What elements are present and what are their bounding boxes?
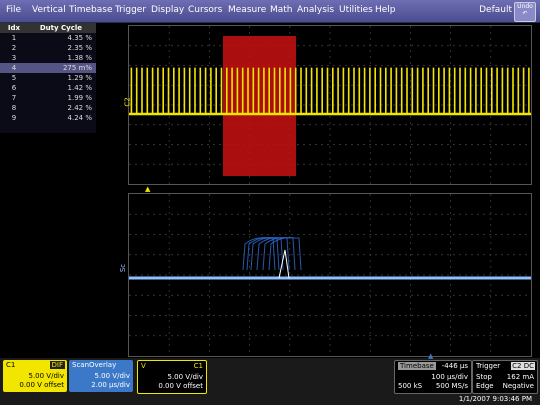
duty-cycle-table: Idx Duty Cycle 1 4.35 % 2 2.35 % 3 1.38 % 4 275…: [0, 23, 96, 133]
c1-vdiv: 5.00 V/div: [28, 372, 65, 380]
scan-tdiv: 2.00 µs/div: [91, 381, 130, 389]
scan-label: ScanOverlay: [72, 361, 117, 369]
scanoverlay-descriptor[interactable]: ScanOverlay 5.00 V/div 2.00 µs/div: [69, 360, 133, 392]
row-duty-cycle: 2.35 %: [67, 44, 92, 52]
v-label: V: [141, 362, 146, 370]
top-grid-svg: [129, 26, 531, 184]
row-idx: 8: [11, 104, 17, 112]
menu-cursors[interactable]: Cursors: [188, 5, 222, 15]
row-idx: 4: [11, 64, 17, 72]
trigger-tag: C2 DC: [511, 362, 535, 370]
menu-timebase[interactable]: Timebase: [69, 5, 112, 15]
table-row[interactable]: 5 1.29 %: [0, 73, 96, 83]
trigger-mode: Stop: [476, 373, 492, 381]
table-row[interactable]: 4 275 m%: [0, 63, 96, 73]
table-row[interactable]: 2 2.35 %: [0, 43, 96, 53]
trigger-marker-icon: ▲: [145, 185, 151, 193]
undo-button[interactable]: Undo ↶: [514, 2, 536, 22]
scan-trigger-spike: [278, 249, 290, 279]
row-duty-cycle: 275 m%: [62, 64, 92, 72]
row-duty-cycle: 2.42 %: [67, 104, 92, 112]
timebase-samples: 500 kS: [398, 382, 423, 390]
scan-vdiv: 5.00 V/div: [94, 372, 131, 380]
menu-bar: File Vertical Timebase Trigger Display C…: [0, 0, 540, 23]
c1-offset: 0.00 V offset: [19, 381, 64, 389]
v-vdiv: 5.00 V/div: [167, 373, 204, 381]
bottom-grid-svg: [129, 194, 531, 356]
menu-display[interactable]: Display: [151, 5, 184, 15]
row-idx: 6: [11, 84, 17, 92]
v-offset: 0.00 V offset: [158, 382, 203, 390]
header-idx: Idx: [7, 24, 21, 32]
timebase-label: Timebase: [398, 362, 436, 370]
menu-trigger[interactable]: Trigger: [115, 5, 146, 15]
trigger-type: Edge: [476, 382, 494, 390]
row-duty-cycle: 1.42 %: [67, 84, 92, 92]
row-duty-cycle: 4.35 %: [67, 34, 92, 42]
row-duty-cycle: 1.29 %: [67, 74, 92, 82]
c1-descriptor[interactable]: C1 DIF 5.00 V/div 0.00 V offset: [3, 360, 67, 392]
c1-tag: DIF: [49, 361, 65, 369]
row-idx: 1: [11, 34, 17, 42]
menu-help[interactable]: Help: [375, 5, 396, 15]
row-idx: 5: [11, 74, 17, 82]
trigger-label: Trigger: [476, 362, 501, 370]
table-row[interactable]: 8 2.42 %: [0, 103, 96, 113]
header-duty-cycle: Duty Cycle: [39, 24, 82, 32]
row-duty-cycle: 4.24 %: [67, 114, 92, 122]
timebase-value: -446 µs: [441, 362, 468, 370]
table-row[interactable]: 7 1.99 %: [0, 93, 96, 103]
undo-icon: ↶: [522, 10, 528, 17]
row-duty-cycle: 1.38 %: [67, 54, 92, 62]
v-descriptor[interactable]: V C1 5.00 V/div 0.00 V offset: [137, 360, 207, 394]
menu-utilities[interactable]: Utilities: [339, 5, 373, 15]
menu-file[interactable]: File: [6, 5, 21, 15]
menu-measure[interactable]: Measure: [228, 5, 266, 15]
default-label: Default: [479, 5, 512, 15]
undo-label: Undo: [517, 3, 533, 10]
timebase-descriptor[interactable]: Timebase -446 µs 100 µs/div 500 kS 500 M…: [394, 360, 472, 394]
bottom-waveform-grid[interactable]: Sc: [119, 193, 532, 357]
c1-label: C1: [6, 361, 16, 369]
timebase-per-div: 100 µs/div: [431, 373, 468, 381]
row-idx: 9: [11, 114, 17, 122]
trigger-level: 162 mA: [506, 373, 534, 381]
timebase-rate: 500 MS/s: [435, 382, 468, 390]
table-row[interactable]: 1 4.35 %: [0, 33, 96, 43]
top-trace-label: C2: [123, 97, 132, 107]
menu-analysis[interactable]: Analysis: [297, 5, 334, 15]
row-idx: 3: [11, 54, 17, 62]
timebase-marker-icon: ▲: [428, 352, 434, 360]
menu-vertical[interactable]: Vertical: [32, 5, 66, 15]
table-header: Idx Duty Cycle: [0, 23, 96, 33]
v-tag: C1: [193, 362, 203, 370]
table-row[interactable]: 9 4.24 %: [0, 113, 96, 123]
row-idx: 7: [11, 94, 17, 102]
table-row[interactable]: 6 1.42 %: [0, 83, 96, 93]
table-row[interactable]: 3 1.38 %: [0, 53, 96, 63]
row-duty-cycle: 1.99 %: [67, 94, 92, 102]
trigger-slope: Negative: [502, 382, 534, 390]
datetime-display: 1/1/2007 9:03:46 PM: [458, 395, 532, 403]
bottom-trace-label: Sc: [119, 263, 128, 273]
menu-math[interactable]: Math: [270, 5, 293, 15]
row-idx: 2: [11, 44, 17, 52]
top-waveform-grid[interactable]: C2: [124, 25, 532, 185]
trigger-descriptor[interactable]: Trigger C2 DC Stop 162 mA Edge Negative: [472, 360, 538, 394]
